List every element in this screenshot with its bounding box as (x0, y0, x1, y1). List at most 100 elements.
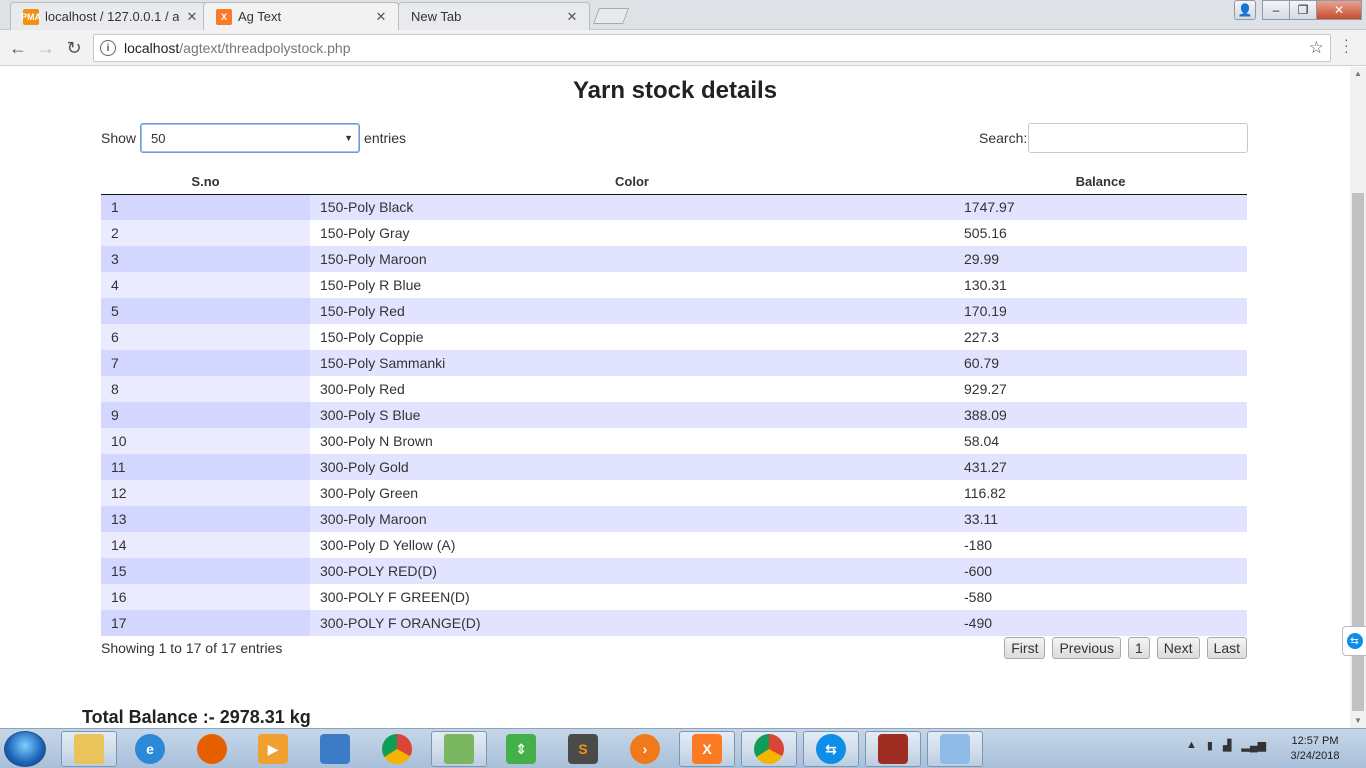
cell-color: 300-POLY RED(D) (310, 558, 954, 584)
taskbar-media-player[interactable]: ▶ (245, 731, 301, 767)
info-icon[interactable]: i (100, 40, 116, 56)
cell-color: 300-Poly Gold (310, 454, 954, 480)
tab-new-tab[interactable]: New Tab ✕ (398, 2, 590, 30)
close-window-button[interactable]: ✕ (1316, 0, 1362, 20)
tab-phpmyadmin[interactable]: PMA localhost / 127.0.0.1 / ag ✕ (10, 2, 210, 30)
table-info: Showing 1 to 17 of 17 entries (101, 640, 283, 656)
cell-balance: -580 (954, 584, 1247, 610)
column-header-balance[interactable]: Balance (954, 169, 1247, 195)
cell-balance: 130.31 (954, 272, 1247, 298)
firefox-icon (197, 734, 227, 764)
browser-menu-icon[interactable]: · · · (1344, 32, 1349, 58)
stock-table: S.no Color Balance 1 150-Poly Black 1747.9… (101, 169, 1247, 636)
table-row: 2 150-Poly Gray 505.16 (101, 220, 1247, 246)
battery-icon[interactable]: ▮ (1207, 739, 1213, 752)
scroll-down-icon[interactable]: ▼ (1350, 714, 1366, 728)
close-icon[interactable]: ✕ (565, 9, 579, 25)
taskbar-firefox[interactable] (184, 731, 240, 767)
chevron-down-icon: ▼ (344, 133, 354, 143)
new-tab-button[interactable] (593, 8, 629, 24)
previous-page-button[interactable]: Previous (1052, 637, 1121, 659)
bookmark-star-icon[interactable]: ☆ (1309, 38, 1324, 58)
taskbar-transfer[interactable]: ⇕ (493, 731, 549, 767)
signal-icon[interactable]: ▂▄▆ (1241, 739, 1266, 752)
maximize-button[interactable]: ❐ (1289, 0, 1317, 20)
taskbar-notepad-plus[interactable] (431, 731, 487, 767)
entries-length-control: Show 50 ▼ entries (101, 123, 406, 153)
taskbar-sublime[interactable]: S (555, 731, 611, 767)
search-control: Search: (979, 123, 1249, 153)
cell-sno: 5 (101, 298, 310, 324)
cell-color: 300-Poly Green (310, 480, 954, 506)
media-player-icon: ▶ (258, 734, 288, 764)
taskbar-clock[interactable]: 12:57 PM 3/24/2018 (1280, 734, 1350, 764)
table-row: 6 150-Poly Coppie 227.3 (101, 324, 1247, 350)
table-row: 14 300-Poly D Yellow (A) -180 (101, 532, 1247, 558)
taskbar-filezilla[interactable] (865, 731, 921, 767)
search-label: Search: (979, 130, 1028, 146)
browser-tab-strip: PMA localhost / 127.0.0.1 / ag ✕ X Ag Te… (0, 0, 1366, 30)
taskbar-plex[interactable]: › (617, 731, 673, 767)
clock-time: 12:57 PM (1291, 735, 1339, 747)
table-row: 11 300-Poly Gold 431.27 (101, 454, 1247, 480)
cell-balance: 1747.97 (954, 194, 1247, 220)
tab-title: localhost / 127.0.0.1 / ag (45, 9, 179, 24)
network-icon[interactable]: ▟ (1223, 739, 1231, 752)
shield-icon (320, 734, 350, 764)
column-header-sno[interactable]: S.no (101, 169, 310, 195)
table-row: 8 300-Poly Red 929.27 (101, 376, 1247, 402)
page-1-button[interactable]: 1 (1127, 637, 1150, 659)
column-header-color[interactable]: Color (310, 169, 954, 195)
forward-icon[interactable]: → (34, 36, 58, 60)
browser-toolbar: ← → ↻ i localhost/agtext/threadpolystock… (0, 30, 1366, 66)
first-page-button[interactable]: First (1004, 637, 1046, 659)
tab-ag-text[interactable]: X Ag Text ✕ (203, 2, 399, 30)
xampp-icon: X (692, 734, 722, 764)
taskbar-control-panel[interactable] (307, 731, 363, 767)
scroll-up-icon[interactable]: ▲ (1350, 67, 1366, 81)
tray-expand-icon[interactable]: ▲ (1186, 739, 1197, 752)
taskbar-explorer[interactable] (61, 731, 117, 767)
cell-sno: 2 (101, 220, 310, 246)
sublime-icon: S (568, 734, 598, 764)
cell-balance: 929.27 (954, 376, 1247, 402)
tab-title: Ag Text (238, 9, 282, 24)
teamviewer-side-panel[interactable]: ⇆ (1342, 626, 1366, 656)
teamviewer-icon: ⇆ (816, 734, 846, 764)
last-page-button[interactable]: Last (1206, 637, 1247, 659)
taskbar-internet-explorer[interactable]: e (122, 731, 178, 767)
taskbar-xampp[interactable]: X (679, 731, 735, 767)
filezilla-icon (878, 734, 908, 764)
entries-label: entries (364, 130, 407, 146)
notepad-icon (444, 734, 474, 764)
entries-select[interactable]: 50 ▼ (140, 123, 361, 153)
table-row: 16 300-POLY F GREEN(D) -580 (101, 584, 1247, 610)
cell-sno: 7 (101, 350, 310, 376)
taskbar-teamviewer[interactable]: ⇆ (803, 731, 859, 767)
cell-color: 150-Poly R Blue (310, 272, 954, 298)
taskbar-chrome[interactable] (369, 731, 425, 767)
cell-balance: 227.3 (954, 324, 1247, 350)
start-button[interactable] (4, 731, 46, 767)
taskbar-paint[interactable] (927, 731, 983, 767)
next-page-button[interactable]: Next (1156, 637, 1200, 659)
taskbar-chrome-2[interactable] (741, 731, 797, 767)
total-balance: Total Balance :- 2978.31 kg (82, 707, 311, 727)
cell-color: 150-Poly Black (310, 194, 954, 220)
phpmyadmin-icon: PMA (21, 8, 41, 25)
table-row: 17 300-POLY F ORANGE(D) -490 (101, 610, 1247, 636)
address-bar[interactable]: i localhost/agtext/threadpolystock.php ☆ (93, 34, 1331, 62)
close-icon[interactable]: ✕ (185, 9, 199, 25)
cell-color: 300-Poly S Blue (310, 402, 954, 428)
search-input[interactable] (1028, 123, 1249, 153)
page-content: Yarn stock details Show 50 ▼ entries Sea… (0, 67, 1350, 728)
back-icon[interactable]: ← (6, 36, 30, 60)
cell-sno: 3 (101, 246, 310, 272)
reload-icon[interactable]: ↻ (62, 36, 86, 60)
cell-color: 150-Poly Coppie (310, 324, 954, 350)
close-icon[interactable]: ✕ (374, 9, 388, 25)
table-row: 15 300-POLY RED(D) -600 (101, 558, 1247, 584)
table-header-row: S.no Color Balance (101, 169, 1247, 195)
minimize-button[interactable]: – (1262, 0, 1290, 20)
user-icon[interactable]: 👤 (1234, 0, 1256, 20)
